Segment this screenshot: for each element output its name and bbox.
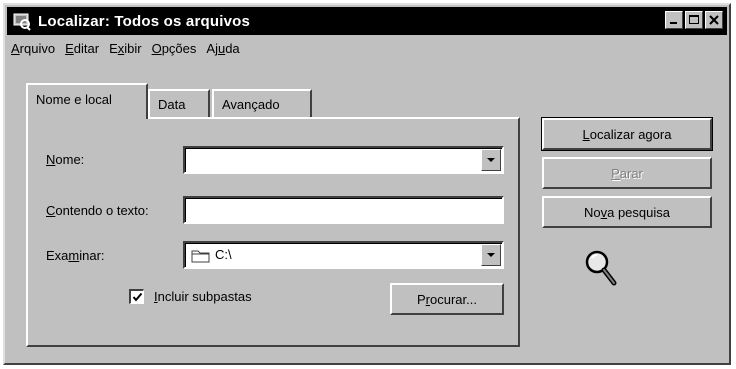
contendo-label: Contendo o texto: — [46, 203, 149, 218]
find-window-icon — [13, 13, 31, 31]
menu-exibir[interactable]: Exibir — [104, 39, 147, 61]
maximize-icon — [689, 15, 699, 24]
chevron-down-icon — [487, 253, 495, 257]
folder-icon — [191, 250, 210, 263]
contendo-texto-input[interactable] — [183, 196, 504, 224]
close-icon — [709, 15, 719, 25]
window-title: Localizar: Todos os arquivos — [38, 12, 251, 30]
tab-label: Avançado — [222, 97, 280, 112]
minimize-button[interactable] — [665, 11, 683, 29]
checkmark-icon — [132, 292, 143, 302]
title-bar[interactable]: Localizar: Todos os arquivos — [7, 7, 727, 35]
tab-panel: Nome: Contendo o texto: Examinar: C:\ In… — [26, 117, 520, 347]
tab-avancado[interactable]: Avançado — [212, 89, 312, 117]
window-controls — [663, 11, 723, 29]
tab-label: Nome e local — [36, 92, 112, 107]
procurar-button[interactable]: Pr ocurar... — [390, 283, 504, 315]
minimize-icon — [670, 22, 677, 24]
menu-opcoes[interactable]: Opções — [147, 39, 202, 61]
nome-combobox[interactable] — [183, 146, 504, 174]
examinar-label: Examinar: — [46, 248, 105, 263]
examinar-combobox[interactable]: C:\ — [183, 241, 504, 269]
nome-label: Nome: — [46, 152, 85, 167]
menu-ajuda[interactable]: Ajuda — [201, 39, 244, 61]
incluir-subpastas-checkbox[interactable] — [129, 289, 144, 304]
maximize-button[interactable] — [685, 11, 703, 29]
examinar-dropdown-button[interactable] — [481, 244, 501, 266]
tab-label: Data — [158, 97, 186, 112]
nome-dropdown-button[interactable] — [481, 149, 501, 171]
chevron-down-icon — [487, 158, 495, 162]
magnifier-icon — [585, 250, 617, 286]
tab-nome-e-local[interactable]: Nome e local — [26, 83, 148, 119]
menu-bar: Arquivo Editar Exibir Opções Ajuda — [7, 39, 245, 61]
parar-button[interactable]: Parar — [542, 157, 712, 189]
close-button[interactable] — [705, 11, 723, 29]
examinar-value: C:\ — [215, 247, 232, 262]
tab-data[interactable]: Data — [148, 89, 210, 117]
menu-editar[interactable]: Editar — [60, 39, 104, 61]
menu-arquivo[interactable]: Arquivo — [7, 39, 60, 61]
incluir-subpastas-label[interactable]: Incluir subpastas — [154, 289, 252, 304]
nova-pesquisa-button[interactable]: No v a pesquisa — [542, 196, 712, 228]
localizar-agora-button[interactable]: Localizar agora — [541, 117, 713, 151]
